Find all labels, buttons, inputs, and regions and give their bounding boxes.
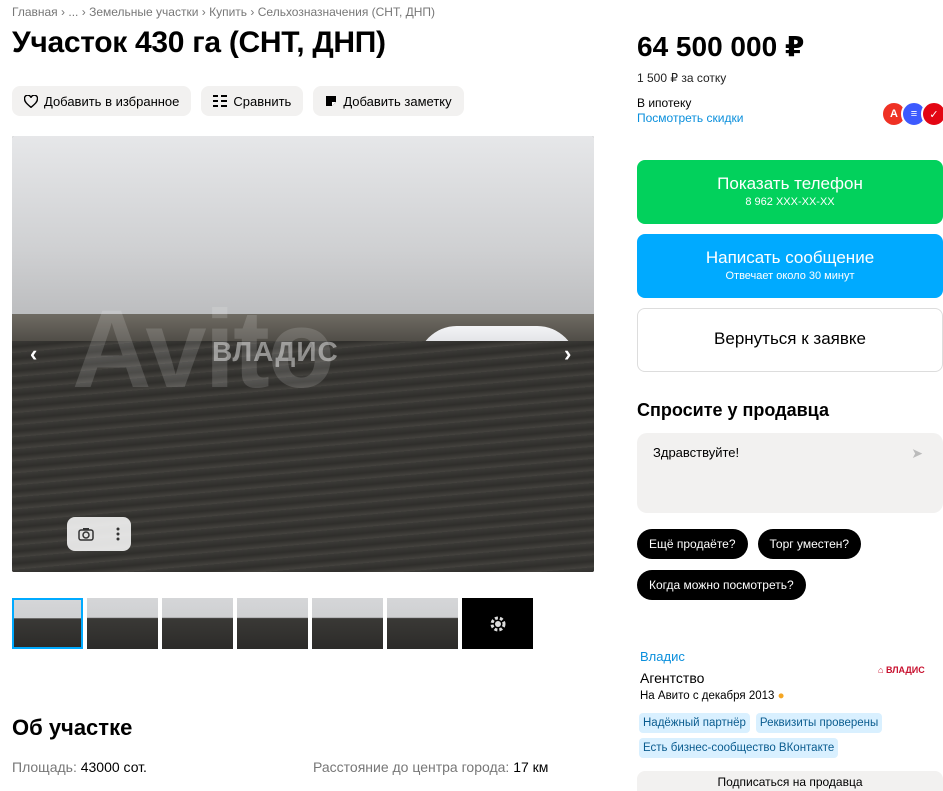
badge-vk-community[interactable]: Есть бизнес-сообщество ВКонтакте [639, 738, 839, 758]
prev-photo-arrow-icon[interactable]: ‹ [30, 341, 37, 367]
badge-reliable-partner: Надёжный партнёр [639, 713, 750, 733]
ask-seller-input[interactable]: Здравствуйте! ➤ [637, 433, 943, 513]
photo-controls [67, 517, 131, 551]
thumbnail-more[interactable] [462, 598, 533, 649]
show-phone-button[interactable]: Показать телефон 8 962 XXX-XX-XX [637, 160, 943, 224]
house-icon: ⌂ [878, 665, 884, 675]
breadcrumb-land[interactable]: Земельные участки [89, 5, 198, 19]
param-distance: Расстояние до центра города: 17 км [313, 759, 549, 775]
ask-seller-heading: Спросите у продавца [637, 400, 829, 420]
seller-type: Агентство [640, 670, 705, 686]
medal-icon: ● [777, 690, 785, 702]
breadcrumb-home[interactable]: Главная [12, 5, 58, 19]
quick-questions: Ещё продаёте? Торг уместен? [637, 529, 862, 559]
note-icon [326, 96, 337, 106]
breadcrumb: Главная › ... › Земельные участки › Купи… [12, 5, 436, 19]
send-icon[interactable]: ➤ [911, 445, 923, 462]
page-title: Участок 430 га (СНТ, ДНП) [12, 26, 386, 59]
breadcrumb-buy[interactable]: Купить [209, 5, 247, 19]
seller-badges-row2: Есть бизнес-сообщество ВКонтакте [639, 738, 839, 758]
back-to-request-button[interactable]: Вернуться к заявке [637, 308, 943, 372]
photo-watermark-agency: ВЛАДИС [212, 336, 339, 367]
bank-logos: А ≡ ✓ [881, 101, 943, 127]
seller-since: На Авито с декабря 2013 ● [640, 690, 785, 702]
price: 64 500 000 ₽ [637, 31, 805, 62]
about-heading: Об участке [12, 715, 133, 740]
seller-badges: Надёжный партнёр Реквизиты проверены [639, 713, 883, 733]
add-to-favorites-button[interactable]: Добавить в избранное [12, 86, 192, 116]
more-vertical-icon[interactable] [116, 527, 120, 541]
mortgage-info: В ипотеку Посмотреть скидки [637, 96, 743, 126]
camera-icon[interactable] [78, 527, 94, 541]
add-note-button[interactable]: Добавить заметку [313, 86, 464, 116]
chip-still-selling[interactable]: Ещё продаёте? [637, 529, 748, 559]
bank-logo-red-icon: ✓ [921, 101, 943, 127]
compare-icon [213, 95, 228, 107]
listing-actions: Добавить в избранное Сравнить Добавить з… [12, 86, 464, 116]
badge-verified-details: Реквизиты проверены [755, 713, 883, 733]
quick-questions-row2: Когда можно посмотреть? [637, 570, 806, 600]
chip-when-to-view[interactable]: Когда можно посмотреть? [637, 570, 806, 600]
main-photo[interactable]: Avito ВЛАДИС ‹ › [12, 136, 594, 572]
thumbnail-4[interactable] [237, 598, 308, 649]
breadcrumb-category[interactable]: Сельхозназначения (СНТ, ДНП) [258, 5, 435, 19]
thumbnail-3[interactable] [162, 598, 233, 649]
thumbnail-5[interactable] [312, 598, 383, 649]
thumbnail-2[interactable] [87, 598, 158, 649]
settings-gear-icon [490, 616, 505, 631]
seller-logo[interactable]: ⌂ ВЛАДИС [878, 665, 925, 675]
mortgage-label: В ипотеку [637, 96, 692, 110]
compare-button[interactable]: Сравнить [201, 86, 304, 116]
param-area: Площадь: 43000 сот. [12, 759, 147, 775]
write-message-button[interactable]: Написать сообщение Отвечает около 30 мин… [637, 234, 943, 298]
thumbnail-1[interactable] [12, 598, 83, 649]
heart-icon [24, 94, 38, 108]
breadcrumb-ellipsis[interactable]: ... [68, 5, 78, 19]
chip-bargain[interactable]: Торг уместен? [757, 529, 862, 559]
mortgage-discounts-link[interactable]: Посмотреть скидки [637, 111, 743, 126]
price-per-unit: 1 500 ₽ за сотку [637, 71, 727, 85]
next-photo-arrow-icon[interactable]: › [564, 341, 571, 367]
thumbnail-strip [12, 598, 533, 649]
subscribe-seller-button[interactable]: Подписаться на продавца [637, 771, 943, 791]
thumbnail-6[interactable] [387, 598, 458, 649]
seller-name-link[interactable]: Владис [640, 649, 685, 664]
